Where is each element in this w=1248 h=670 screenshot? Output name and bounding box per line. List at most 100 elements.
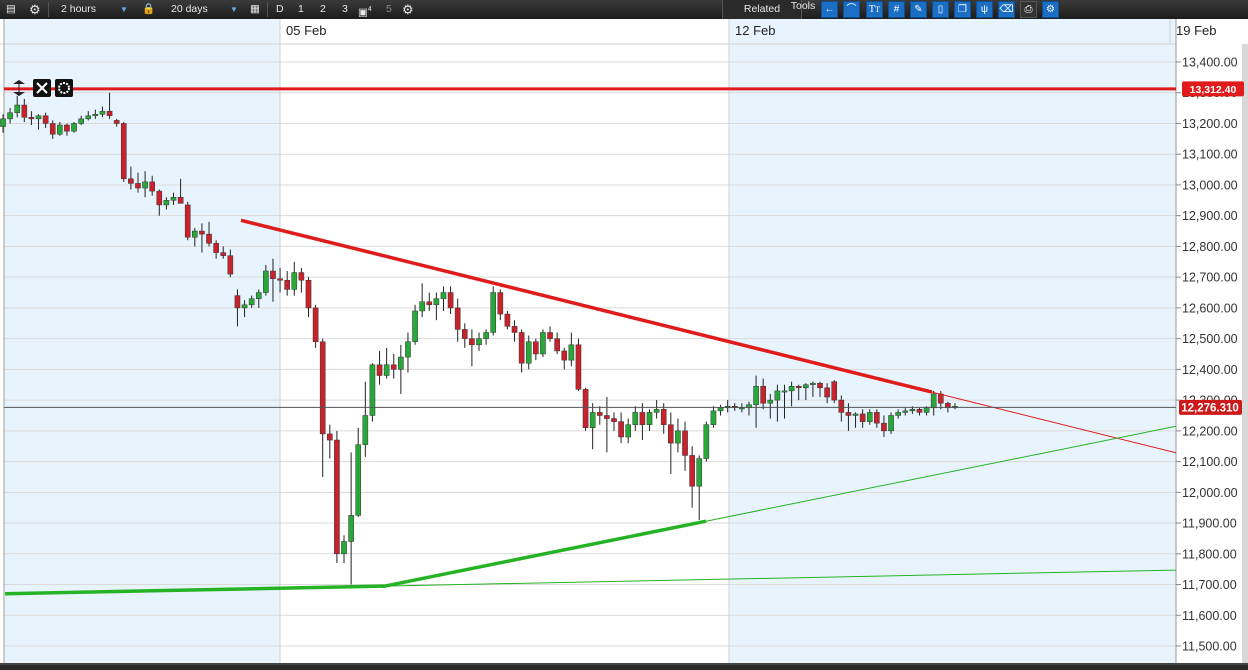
candle-body <box>916 409 923 413</box>
period-5-button[interactable]: 5 <box>386 0 392 19</box>
candle-body <box>128 178 134 184</box>
range-select[interactable]: 20 days <box>171 0 208 19</box>
date-label-19feb: 19 Feb <box>1176 23 1216 38</box>
candle-body <box>170 196 177 201</box>
candle-body <box>518 332 525 364</box>
candle-body <box>561 350 568 361</box>
y-axis-panel <box>1176 44 1248 664</box>
y-tick-label: 12,400.00 <box>1182 363 1238 377</box>
candle-body <box>78 118 84 124</box>
candles-icon[interactable]: ▯ <box>932 1 949 18</box>
period-1-button[interactable]: 1 <box>298 0 304 19</box>
candle-body <box>362 415 369 445</box>
chevron-down-icon[interactable]: ▼ <box>230 0 238 19</box>
candle-body <box>639 412 646 425</box>
layers-icon[interactable]: ❐ <box>954 1 971 18</box>
period-4-label: 4 <box>367 6 372 13</box>
candle-body <box>682 430 688 456</box>
candle-body <box>547 332 553 339</box>
y-tick-label: 13,200.00 <box>1182 117 1238 131</box>
line-settings-button[interactable] <box>55 79 73 97</box>
fork-icon[interactable]: ψ <box>976 1 993 18</box>
y-tick-label: 11,800.00 <box>1182 547 1237 561</box>
interval-select[interactable]: 2 hours <box>61 0 96 19</box>
period-4-button[interactable]: ▣4 <box>358 0 372 19</box>
candle-body <box>0 118 6 127</box>
candle-body <box>57 124 63 135</box>
candle-body <box>405 341 411 358</box>
candle-body <box>213 243 219 253</box>
candle-body <box>42 115 49 124</box>
candle-body <box>184 204 191 238</box>
last-price-tag: 12,276.310 <box>1179 399 1242 415</box>
candle-body <box>263 270 269 293</box>
candle-body <box>632 412 639 425</box>
chevron-down-icon[interactable]: ▼ <box>120 0 128 19</box>
y-tick-label: 12,900.00 <box>1182 209 1238 223</box>
candle-body <box>888 415 894 432</box>
period-3-button[interactable]: 3 <box>342 0 348 19</box>
candle-body <box>909 409 916 412</box>
candle-body <box>326 433 333 441</box>
candle-body <box>760 386 766 404</box>
candle-body <box>611 418 617 422</box>
candle-body <box>810 382 816 385</box>
candle-body <box>220 252 227 256</box>
candle-body <box>653 409 660 413</box>
candle-body <box>227 255 234 275</box>
candle-body <box>348 515 354 542</box>
candle-body <box>568 344 575 361</box>
candle-body <box>497 292 504 315</box>
y-tick-label: 11,700.00 <box>1182 578 1237 592</box>
menu-list-icon[interactable]: ▤ <box>6 0 16 19</box>
text-tool-icon[interactable]: TT <box>866 1 883 18</box>
right-scrollbar[interactable] <box>1242 44 1248 664</box>
candle-body <box>859 413 866 422</box>
period-2-button[interactable]: 2 <box>320 0 326 19</box>
candle-body <box>533 341 539 355</box>
candle-body <box>696 458 703 487</box>
print-icon[interactable]: ⎙ <box>1020 1 1037 18</box>
candle-body <box>28 117 35 120</box>
candle-body <box>255 292 262 299</box>
y-tick-label: 12,100.00 <box>1182 455 1238 469</box>
calendar-icon[interactable]: ▦ <box>250 0 260 19</box>
candle-body <box>7 112 13 120</box>
lock-icon[interactable]: 🔒 <box>142 0 155 19</box>
candle-body <box>92 114 99 117</box>
y-tick-label: 12,600.00 <box>1182 301 1238 315</box>
candle-body <box>120 123 127 180</box>
candle-body <box>206 233 212 244</box>
candle-body <box>596 412 603 416</box>
candle-body <box>838 399 845 413</box>
candle-body <box>291 272 298 290</box>
candle-body <box>419 301 425 312</box>
price-chart[interactable]: 05 Feb 12 Feb 19 Feb 11,500.00 11,600.00 1… <box>0 0 1248 670</box>
candle-body <box>795 386 802 389</box>
candle-body <box>902 410 909 413</box>
settings-pin-icon[interactable]: ⚙ <box>1042 1 1059 18</box>
y-tick-label: 12,000.00 <box>1182 486 1238 500</box>
candle-body <box>504 313 511 327</box>
settings-icon[interactable]: ⚙ <box>402 0 414 19</box>
curve-icon[interactable]: ⌒ <box>843 1 860 18</box>
arrow-left-icon[interactable]: ← <box>821 1 838 18</box>
date-label-12feb: 12 Feb <box>735 23 775 38</box>
candle-body <box>589 412 596 429</box>
candle-body <box>241 304 248 309</box>
candle-body <box>390 364 397 370</box>
eraser-icon[interactable]: ⌫ <box>998 1 1015 18</box>
gear-icon[interactable]: ⚙ <box>29 0 41 19</box>
crosshair-grid-icon[interactable]: # <box>888 1 905 18</box>
period-d-button[interactable]: D <box>276 0 284 19</box>
candle-body <box>398 356 404 370</box>
candle-body <box>156 190 163 206</box>
candle-body <box>305 279 312 309</box>
candle-body <box>767 399 774 404</box>
candle-body <box>845 412 852 416</box>
candle-body <box>284 279 290 290</box>
pencil-icon[interactable]: ✎ <box>910 1 927 18</box>
candle-body <box>753 386 759 405</box>
candle-body <box>35 115 42 120</box>
candle-body <box>426 301 433 306</box>
